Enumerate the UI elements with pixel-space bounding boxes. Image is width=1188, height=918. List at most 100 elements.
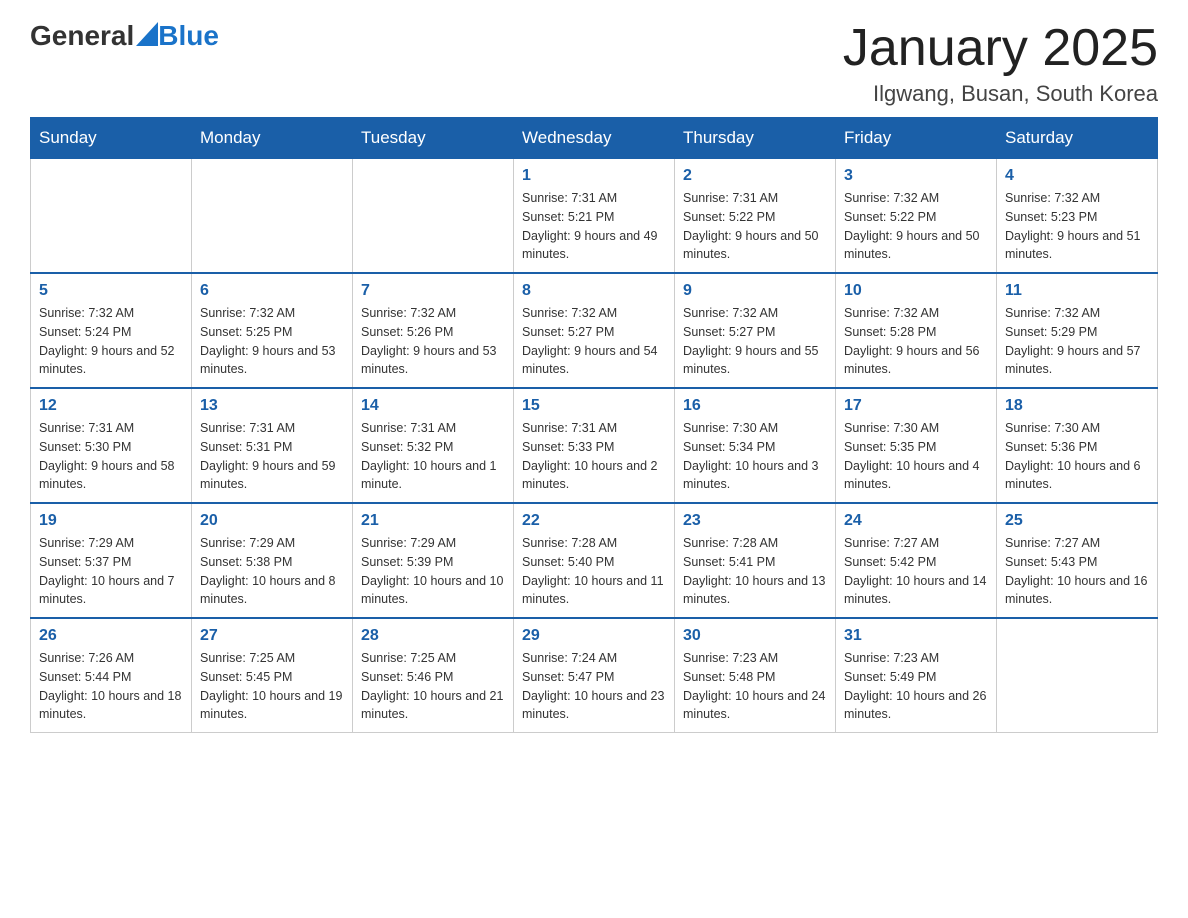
day-info: Sunrise: 7:32 AM Sunset: 5:27 PM Dayligh… — [683, 304, 827, 379]
calendar-day-cell: 26Sunrise: 7:26 AM Sunset: 5:44 PM Dayli… — [31, 618, 192, 733]
calendar-table: SundayMondayTuesdayWednesdayThursdayFrid… — [30, 117, 1158, 733]
day-number: 25 — [1005, 512, 1149, 530]
calendar-day-cell: 12Sunrise: 7:31 AM Sunset: 5:30 PM Dayli… — [31, 388, 192, 503]
calendar-week-row: 26Sunrise: 7:26 AM Sunset: 5:44 PM Dayli… — [31, 618, 1158, 733]
calendar-day-cell: 19 Sunrise: 7:29 AM Sunset: 5:37 PM Dayli… — [31, 503, 192, 618]
day-number: 6 — [200, 282, 344, 300]
calendar-day-cell: 7 Sunrise: 7:32 AM Sunset: 5:26 PM Daylig… — [353, 273, 514, 388]
logo: General Blue — [30, 20, 219, 52]
day-number: 15 — [522, 397, 666, 415]
day-number: 10 — [844, 282, 988, 300]
logo-triangle-icon — [136, 22, 158, 46]
day-number: 24 — [844, 512, 988, 530]
calendar-day-cell — [997, 618, 1158, 733]
calendar-day-cell: 4 Sunrise: 7:32 AM Sunset: 5:23 PM Daylig… — [997, 159, 1158, 274]
day-info: Sunrise: 7:31 AM Sunset: 5:31 PM Dayligh… — [200, 419, 344, 494]
calendar-day-cell: 16 Sunrise: 7:30 AM Sunset: 5:34 PM Dayli… — [675, 388, 836, 503]
day-number: 4 — [1005, 167, 1149, 185]
calendar-day-cell: 30 Sunrise: 7:23 AM Sunset: 5:48 PM Dayli… — [675, 618, 836, 733]
day-info: Sunrise: 7:23 AM Sunset: 5:48 PM Dayligh… — [683, 649, 827, 724]
day-number: 2 — [683, 167, 827, 185]
weekday-header-wednesday: Wednesday — [514, 118, 675, 159]
logo-blue: Blue — [158, 20, 219, 52]
day-info: Sunrise: 7:28 AM Sunset: 5:40 PM Dayligh… — [522, 534, 666, 609]
calendar-day-cell: 14 Sunrise: 7:31 AM Sunset: 5:32 PM Dayli… — [353, 388, 514, 503]
weekday-header-friday: Friday — [836, 118, 997, 159]
calendar-day-cell: 18 Sunrise: 7:30 AM Sunset: 5:36 PM Dayli… — [997, 388, 1158, 503]
day-info: Sunrise: 7:32 AM Sunset: 5:27 PM Dayligh… — [522, 304, 666, 379]
day-info: Sunrise: 7:32 AM Sunset: 5:25 PM Dayligh… — [200, 304, 344, 379]
day-number: 5 — [39, 282, 183, 300]
calendar-day-cell: 25 Sunrise: 7:27 AM Sunset: 5:43 PM Dayli… — [997, 503, 1158, 618]
day-info: Sunrise: 7:32 AM Sunset: 5:24 PM Dayligh… — [39, 304, 183, 379]
day-number: 17 — [844, 397, 988, 415]
day-info: Sunrise: 7:27 AM Sunset: 5:43 PM Dayligh… — [1005, 534, 1149, 609]
calendar-day-cell: 28 Sunrise: 7:25 AM Sunset: 5:46 PM Dayli… — [353, 618, 514, 733]
day-number: 12 — [39, 397, 183, 415]
calendar-day-cell: 6 Sunrise: 7:32 AM Sunset: 5:25 PM Daylig… — [192, 273, 353, 388]
weekday-header-saturday: Saturday — [997, 118, 1158, 159]
day-number: 14 — [361, 397, 505, 415]
title-block: January 2025 Ilgwang, Busan, South Korea — [843, 20, 1158, 107]
day-number: 22 — [522, 512, 666, 530]
weekday-header-monday: Monday — [192, 118, 353, 159]
calendar-day-cell: 1Sunrise: 7:31 AM Sunset: 5:21 PM Daylig… — [514, 159, 675, 274]
day-info: Sunrise: 7:31 AM Sunset: 5:22 PM Dayligh… — [683, 189, 827, 264]
day-info: Sunrise: 7:32 AM Sunset: 5:29 PM Dayligh… — [1005, 304, 1149, 379]
day-number: 7 — [361, 282, 505, 300]
day-info: Sunrise: 7:24 AM Sunset: 5:47 PM Dayligh… — [522, 649, 666, 724]
day-info: Sunrise: 7:29 AM Sunset: 5:37 PM Dayligh… — [39, 534, 183, 609]
calendar-day-cell: 9 Sunrise: 7:32 AM Sunset: 5:27 PM Daylig… — [675, 273, 836, 388]
day-info: Sunrise: 7:32 AM Sunset: 5:22 PM Dayligh… — [844, 189, 988, 264]
calendar-day-cell: 8 Sunrise: 7:32 AM Sunset: 5:27 PM Daylig… — [514, 273, 675, 388]
day-info: Sunrise: 7:31 AM Sunset: 5:32 PM Dayligh… — [361, 419, 505, 494]
day-number: 23 — [683, 512, 827, 530]
weekday-header-row: SundayMondayTuesdayWednesdayThursdayFrid… — [31, 118, 1158, 159]
calendar-day-cell: 29 Sunrise: 7:24 AM Sunset: 5:47 PM Dayli… — [514, 618, 675, 733]
day-info: Sunrise: 7:28 AM Sunset: 5:41 PM Dayligh… — [683, 534, 827, 609]
calendar-day-cell — [31, 159, 192, 274]
day-number: 21 — [361, 512, 505, 530]
calendar-day-cell: 31Sunrise: 7:23 AM Sunset: 5:49 PM Dayli… — [836, 618, 997, 733]
day-info: Sunrise: 7:32 AM Sunset: 5:26 PM Dayligh… — [361, 304, 505, 379]
calendar-day-cell: 20Sunrise: 7:29 AM Sunset: 5:38 PM Dayli… — [192, 503, 353, 618]
weekday-header-sunday: Sunday — [31, 118, 192, 159]
day-info: Sunrise: 7:30 AM Sunset: 5:34 PM Dayligh… — [683, 419, 827, 494]
weekday-header-tuesday: Tuesday — [353, 118, 514, 159]
day-number: 13 — [200, 397, 344, 415]
day-number: 29 — [522, 627, 666, 645]
day-number: 27 — [200, 627, 344, 645]
calendar-day-cell: 23 Sunrise: 7:28 AM Sunset: 5:41 PM Dayli… — [675, 503, 836, 618]
day-number: 16 — [683, 397, 827, 415]
day-number: 19 — [39, 512, 183, 530]
day-info: Sunrise: 7:27 AM Sunset: 5:42 PM Dayligh… — [844, 534, 988, 609]
calendar-day-cell: 17 Sunrise: 7:30 AM Sunset: 5:35 PM Dayli… — [836, 388, 997, 503]
day-number: 11 — [1005, 282, 1149, 300]
calendar-day-cell: 15 Sunrise: 7:31 AM Sunset: 5:33 PM Dayli… — [514, 388, 675, 503]
calendar-week-row: 19 Sunrise: 7:29 AM Sunset: 5:37 PM Dayli… — [31, 503, 1158, 618]
day-number: 30 — [683, 627, 827, 645]
day-info: Sunrise: 7:31 AM Sunset: 5:21 PM Dayligh… — [522, 189, 666, 264]
day-info: Sunrise: 7:31 AM Sunset: 5:33 PM Dayligh… — [522, 419, 666, 494]
day-info: Sunrise: 7:30 AM Sunset: 5:36 PM Dayligh… — [1005, 419, 1149, 494]
calendar-week-row: 12Sunrise: 7:31 AM Sunset: 5:30 PM Dayli… — [31, 388, 1158, 503]
calendar-day-cell: 11 Sunrise: 7:32 AM Sunset: 5:29 PM Dayli… — [997, 273, 1158, 388]
calendar-subtitle: Ilgwang, Busan, South Korea — [843, 81, 1158, 107]
page-header: General Blue January 2025 Ilgwang, Busan… — [30, 20, 1158, 107]
day-info: Sunrise: 7:23 AM Sunset: 5:49 PM Dayligh… — [844, 649, 988, 724]
calendar-day-cell: 3Sunrise: 7:32 AM Sunset: 5:22 PM Daylig… — [836, 159, 997, 274]
weekday-header-thursday: Thursday — [675, 118, 836, 159]
day-info: Sunrise: 7:30 AM Sunset: 5:35 PM Dayligh… — [844, 419, 988, 494]
day-number: 28 — [361, 627, 505, 645]
calendar-day-cell — [353, 159, 514, 274]
day-number: 18 — [1005, 397, 1149, 415]
day-info: Sunrise: 7:32 AM Sunset: 5:23 PM Dayligh… — [1005, 189, 1149, 264]
day-number: 9 — [683, 282, 827, 300]
day-number: 8 — [522, 282, 666, 300]
day-number: 26 — [39, 627, 183, 645]
calendar-day-cell: 22 Sunrise: 7:28 AM Sunset: 5:40 PM Dayli… — [514, 503, 675, 618]
day-info: Sunrise: 7:25 AM Sunset: 5:46 PM Dayligh… — [361, 649, 505, 724]
day-number: 20 — [200, 512, 344, 530]
calendar-day-cell: 24 Sunrise: 7:27 AM Sunset: 5:42 PM Dayli… — [836, 503, 997, 618]
calendar-day-cell: 13 Sunrise: 7:31 AM Sunset: 5:31 PM Dayli… — [192, 388, 353, 503]
